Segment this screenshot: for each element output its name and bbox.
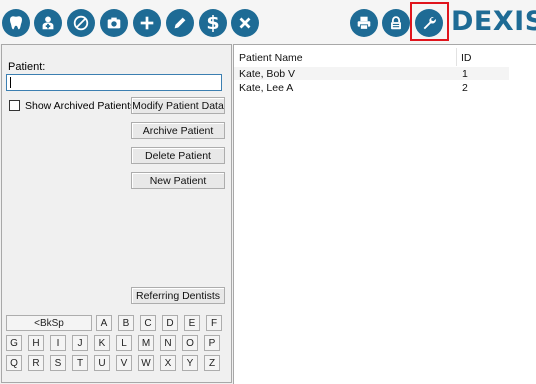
print-icon[interactable] — [350, 9, 378, 37]
text-caret — [10, 77, 11, 88]
key-z[interactable]: Z — [204, 355, 220, 371]
toolbar: $ DEXIS — [0, 0, 536, 44]
patient-list-table — [233, 44, 536, 384]
key-y[interactable]: Y — [182, 355, 198, 371]
key-i[interactable]: I — [50, 335, 66, 351]
key-m[interactable]: M — [138, 335, 154, 351]
key-c[interactable]: C — [140, 315, 156, 331]
patient-name-cell: Kate, Lee A — [239, 82, 294, 94]
patient-search-input[interactable] — [6, 74, 222, 91]
key-f[interactable]: F — [206, 315, 222, 331]
camera-icon[interactable] — [100, 9, 128, 37]
key-x[interactable]: X — [160, 355, 176, 371]
dexis-logo: DEXIS — [451, 6, 536, 37]
pencil-icon[interactable] — [166, 9, 194, 37]
patient-search-panel — [1, 44, 232, 383]
table-row[interactable]: Kate, Lee A 2 — [234, 81, 509, 94]
key-g[interactable]: G — [6, 335, 22, 351]
key-n[interactable]: N — [160, 335, 176, 351]
backspace-key[interactable]: <BkSp — [6, 315, 92, 331]
referring-dentists-button[interactable]: Referring Dentists — [131, 287, 225, 304]
key-b[interactable]: B — [118, 315, 134, 331]
plus-icon[interactable] — [133, 9, 161, 37]
key-w[interactable]: W — [138, 355, 154, 371]
patient-id-cell: 2 — [462, 82, 468, 94]
key-a[interactable]: A — [96, 315, 112, 331]
key-l[interactable]: L — [116, 335, 132, 351]
patient-name-cell: Kate, Bob V — [239, 68, 296, 80]
tooth-icon[interactable] — [2, 9, 30, 37]
key-k[interactable]: K — [94, 335, 110, 351]
close-icon[interactable] — [231, 9, 259, 37]
no-entry-icon[interactable] — [67, 9, 95, 37]
key-t[interactable]: T — [72, 355, 88, 371]
column-divider — [456, 48, 457, 66]
show-archived-label: Show Archived Patients — [25, 100, 136, 112]
column-header-id[interactable]: ID — [461, 52, 472, 64]
column-header-patient-name[interactable]: Patient Name — [239, 52, 303, 64]
key-h[interactable]: H — [28, 335, 44, 351]
key-d[interactable]: D — [162, 315, 178, 331]
patient-icon[interactable] — [34, 9, 62, 37]
patient-id-cell: 1 — [462, 68, 468, 80]
modify-patient-data-button[interactable]: Modify Patient Data — [131, 97, 225, 114]
key-s[interactable]: S — [50, 355, 66, 371]
key-r[interactable]: R — [28, 355, 44, 371]
key-v[interactable]: V — [116, 355, 132, 371]
new-patient-button[interactable]: New Patient — [131, 172, 225, 189]
key-j[interactable]: J — [72, 335, 88, 351]
lock-icon[interactable] — [382, 9, 410, 37]
dollar-icon[interactable]: $ — [199, 9, 227, 37]
table-row[interactable]: Kate, Bob V 1 — [234, 67, 509, 80]
key-u[interactable]: U — [94, 355, 110, 371]
archive-patient-button[interactable]: Archive Patient — [131, 122, 225, 139]
key-e[interactable]: E — [184, 315, 200, 331]
show-archived-checkbox[interactable] — [9, 100, 20, 111]
key-q[interactable]: Q — [6, 355, 22, 371]
key-o[interactable]: O — [182, 335, 198, 351]
patient-label: Patient: — [8, 61, 46, 73]
key-p[interactable]: P — [204, 335, 220, 351]
wrench-selection-highlight — [410, 2, 449, 41]
delete-patient-button[interactable]: Delete Patient — [131, 147, 225, 164]
